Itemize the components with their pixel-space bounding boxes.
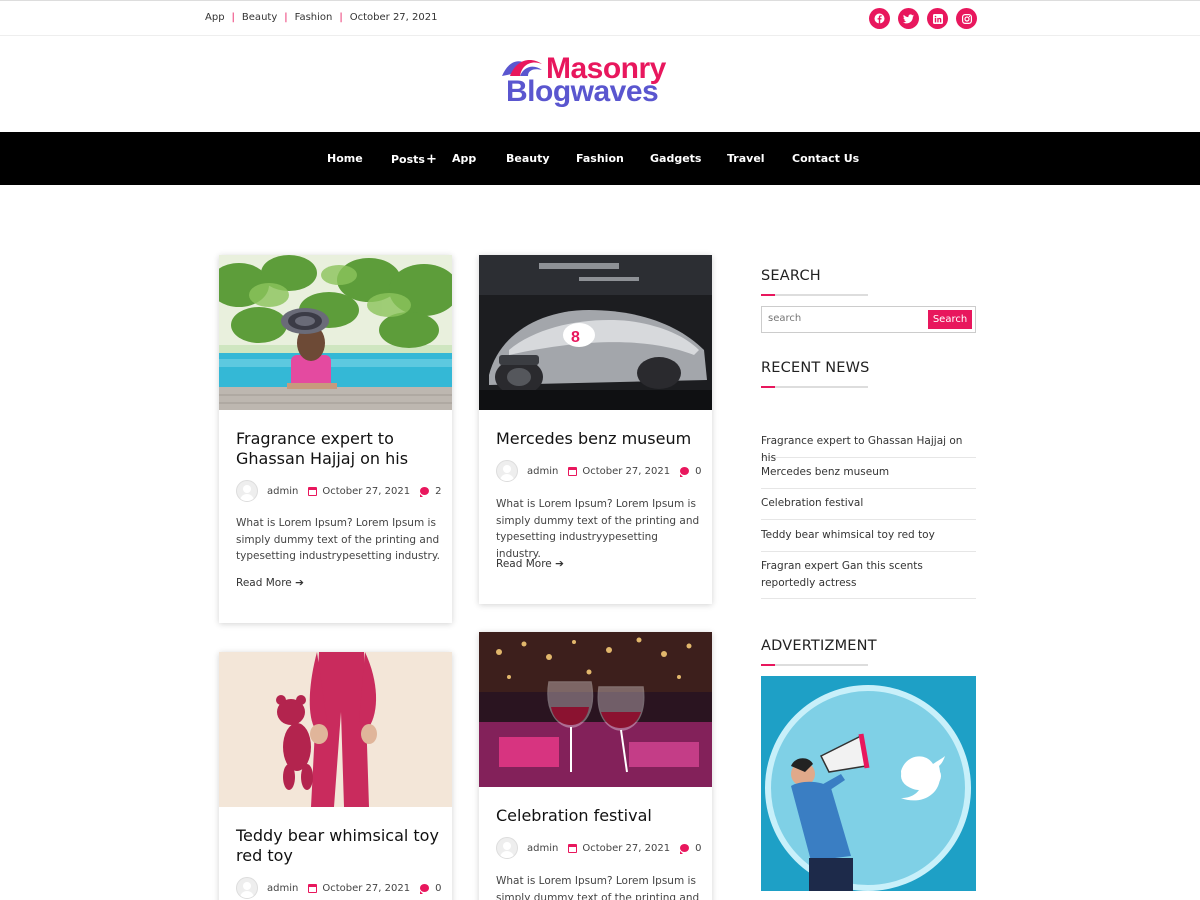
nav-item-home[interactable]: Home [327,152,363,165]
comment-icon [680,844,690,854]
separator: | [284,12,288,23]
arrow-right-icon: ➔ [555,558,564,570]
calendar-icon [308,486,318,496]
post-title[interactable]: Celebration festival [496,806,701,826]
post-date[interactable]: October 27, 2021 [322,883,410,894]
post-meta: admin October 27, 2021 0 [236,877,441,899]
separator: | [339,12,343,23]
post-title[interactable]: Teddy bear whimsical toy red toy [236,826,441,866]
calendar-icon [308,883,318,893]
top-link-fashion[interactable]: Fashion [295,12,333,23]
logo-line-2: Blogwaves [506,75,659,108]
comment-icon [420,884,430,894]
read-more-label: Read More [496,558,552,570]
top-link-app[interactable]: App [205,12,225,23]
avatar [236,480,258,502]
post-title[interactable]: Mercedes benz museum [496,429,701,449]
plus-icon: + [425,152,437,167]
svg-text:8: 8 [571,329,580,346]
nav-item-travel[interactable]: Travel [727,152,765,165]
post-date[interactable]: October 27, 2021 [322,486,410,497]
post-comments[interactable]: 0 [695,843,701,854]
calendar-icon [568,843,578,853]
post-date[interactable]: October 27, 2021 [582,466,670,477]
read-more-label: Read More [236,577,292,589]
recent-news-item[interactable]: Teddy bear whimsical toy red toy [761,527,976,552]
post-comments[interactable]: 0 [695,466,701,477]
title-underline [761,664,868,666]
comment-icon [680,467,690,477]
search-form: Search [761,306,976,333]
advertisement-image[interactable] [761,676,976,891]
site-logo[interactable]: Masonry Blogwaves [500,52,700,112]
top-date: October 27, 2021 [349,12,438,23]
comment-icon [420,487,430,497]
facebook-icon[interactable] [869,8,890,29]
post-comments[interactable]: 0 [435,883,441,894]
post-excerpt: What is Lorem Ipsum? Lorem Ipsum is simp… [496,875,700,900]
post-comments[interactable]: 2 [435,486,441,497]
read-more-link[interactable]: Read More ➔ [496,558,564,570]
post-excerpt: What is Lorem Ipsum? Lorem Ipsum is simp… [496,498,700,560]
nav-item-posts[interactable]: Posts+ [391,152,437,167]
linkedin-icon[interactable] [927,8,948,29]
recent-news-item[interactable]: Fragran expert Gan this scents reportedl… [761,558,976,599]
search-widget-title: SEARCH [761,268,821,284]
post-image-pool[interactable] [219,255,452,410]
post-title[interactable]: Fragrance expert to Ghassan Hajjaj on hi… [236,429,441,469]
recent-news-title: RECENT NEWS [761,360,870,376]
nav-item-posts-label: Posts [391,153,425,166]
recent-news-item[interactable]: Mercedes benz museum [761,464,976,489]
nav-item-contact[interactable]: Contact Us [792,152,859,165]
avatar [496,460,518,482]
search-button[interactable]: Search [928,310,972,329]
top-links: App | Beauty | Fashion | October 27, 202… [205,12,437,23]
title-underline [761,294,868,296]
post-card: Teddy bear whimsical toy red toy admin O… [219,652,452,900]
post-author[interactable]: admin [267,486,298,497]
post-author[interactable]: admin [527,466,558,477]
recent-news-item[interactable]: Fragrance expert to Ghassan Hajjaj on hi… [761,433,976,464]
calendar-icon [568,466,578,476]
top-link-beauty[interactable]: Beauty [242,12,277,23]
nav-item-gadgets[interactable]: Gadgets [650,152,701,165]
post-excerpt: What is Lorem Ipsum? Lorem Ipsum is simp… [236,517,440,562]
search-input[interactable] [768,313,918,324]
instagram-icon[interactable] [956,8,977,29]
top-bar: App | Beauty | Fashion | October 27, 202… [0,0,1200,36]
post-date[interactable]: October 27, 2021 [582,843,670,854]
title-underline [761,386,868,388]
nav-item-fashion[interactable]: Fashion [576,152,624,165]
read-more-link[interactable]: Read More ➔ [236,577,304,589]
post-card: Fragrance expert to Ghassan Hajjaj on hi… [219,255,452,623]
main-nav: Home Posts+ App Beauty Fashion Gadgets T… [0,132,1200,185]
post-image-car[interactable]: 8 [479,255,712,410]
advertisement-title: ADVERTIZMENT [761,638,877,654]
recent-news-item[interactable]: Celebration festival [761,495,976,520]
post-meta: admin October 27, 2021 0 [496,837,701,859]
twitter-icon[interactable] [898,8,919,29]
post-meta: admin October 27, 2021 0 [496,460,701,482]
arrow-right-icon: ➔ [295,577,304,589]
avatar [496,837,518,859]
post-image-festival[interactable] [479,632,712,787]
post-card: 8 Mercedes benz museum admin October 27,… [479,255,712,604]
post-author[interactable]: admin [267,883,298,894]
post-card: Celebration festival admin October 27, 2… [479,632,712,900]
separator: | [231,12,235,23]
avatar [236,877,258,899]
nav-item-app[interactable]: App [452,152,476,165]
post-image-teddy[interactable] [219,652,452,807]
nav-item-beauty[interactable]: Beauty [506,152,550,165]
social-links [869,8,977,29]
post-author[interactable]: admin [527,843,558,854]
post-meta: admin October 27, 2021 2 [236,480,441,502]
